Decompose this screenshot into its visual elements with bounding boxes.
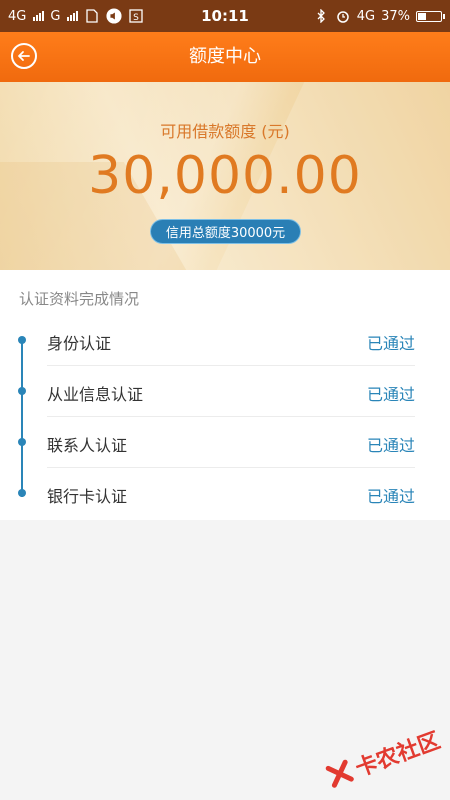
verification-item-status: 已通过 [366,334,415,353]
status-bar: 4G G S 10:11 4G 37% [0,0,450,32]
section-title: 认证资料完成情况 [19,290,140,308]
battery-icon [416,10,445,22]
watermark-text: 卡农社区 [352,728,444,783]
battery-percent: 37% [381,8,410,24]
verification-item-status: 已通过 [366,487,415,506]
timeline-dot [18,438,26,446]
verification-item-status: 已通过 [366,436,415,455]
verification-item-employment[interactable]: 从业信息认证 已通过 [0,366,450,417]
timeline-dot [18,336,26,344]
header-bar: 额度中心 [0,32,450,82]
verification-item-contacts[interactable]: 联系人认证 已通过 [0,417,450,468]
watermark-logo-icon [325,759,354,788]
timeline-dot [18,387,26,395]
verification-item-name: 联系人认证 [47,436,128,455]
verification-item-name: 银行卡认证 [47,487,128,506]
timeline-dot [18,489,26,497]
available-credit-label: 可用借款额度 (元) [160,122,290,141]
alarm-icon [335,8,351,24]
watermark: 卡农社区 [321,719,446,797]
verification-item-bank-card[interactable]: 银行卡认证 已通过 [0,468,450,519]
network-4g-label: 4G [356,8,376,24]
status-right: 4G 37% [313,0,445,32]
verification-item-name: 身份认证 [47,334,112,353]
page-title: 额度中心 [189,46,261,67]
verification-item-status: 已通过 [366,385,415,404]
bluetooth-icon [313,8,329,24]
verification-section: 认证资料完成情况 身份认证 已通过 从业信息认证 已通过 联系人认证 已通过 银… [0,270,450,520]
verification-item-identity[interactable]: 身份认证 已通过 [0,315,450,366]
credit-hero: 可用借款额度 (元) 30,000.00 信用总额度30000元 [0,82,450,270]
available-credit-amount: 30,000.00 [88,146,362,206]
total-credit-badge: 信用总额度30000元 [150,219,301,244]
verification-item-name: 从业信息认证 [47,385,144,404]
